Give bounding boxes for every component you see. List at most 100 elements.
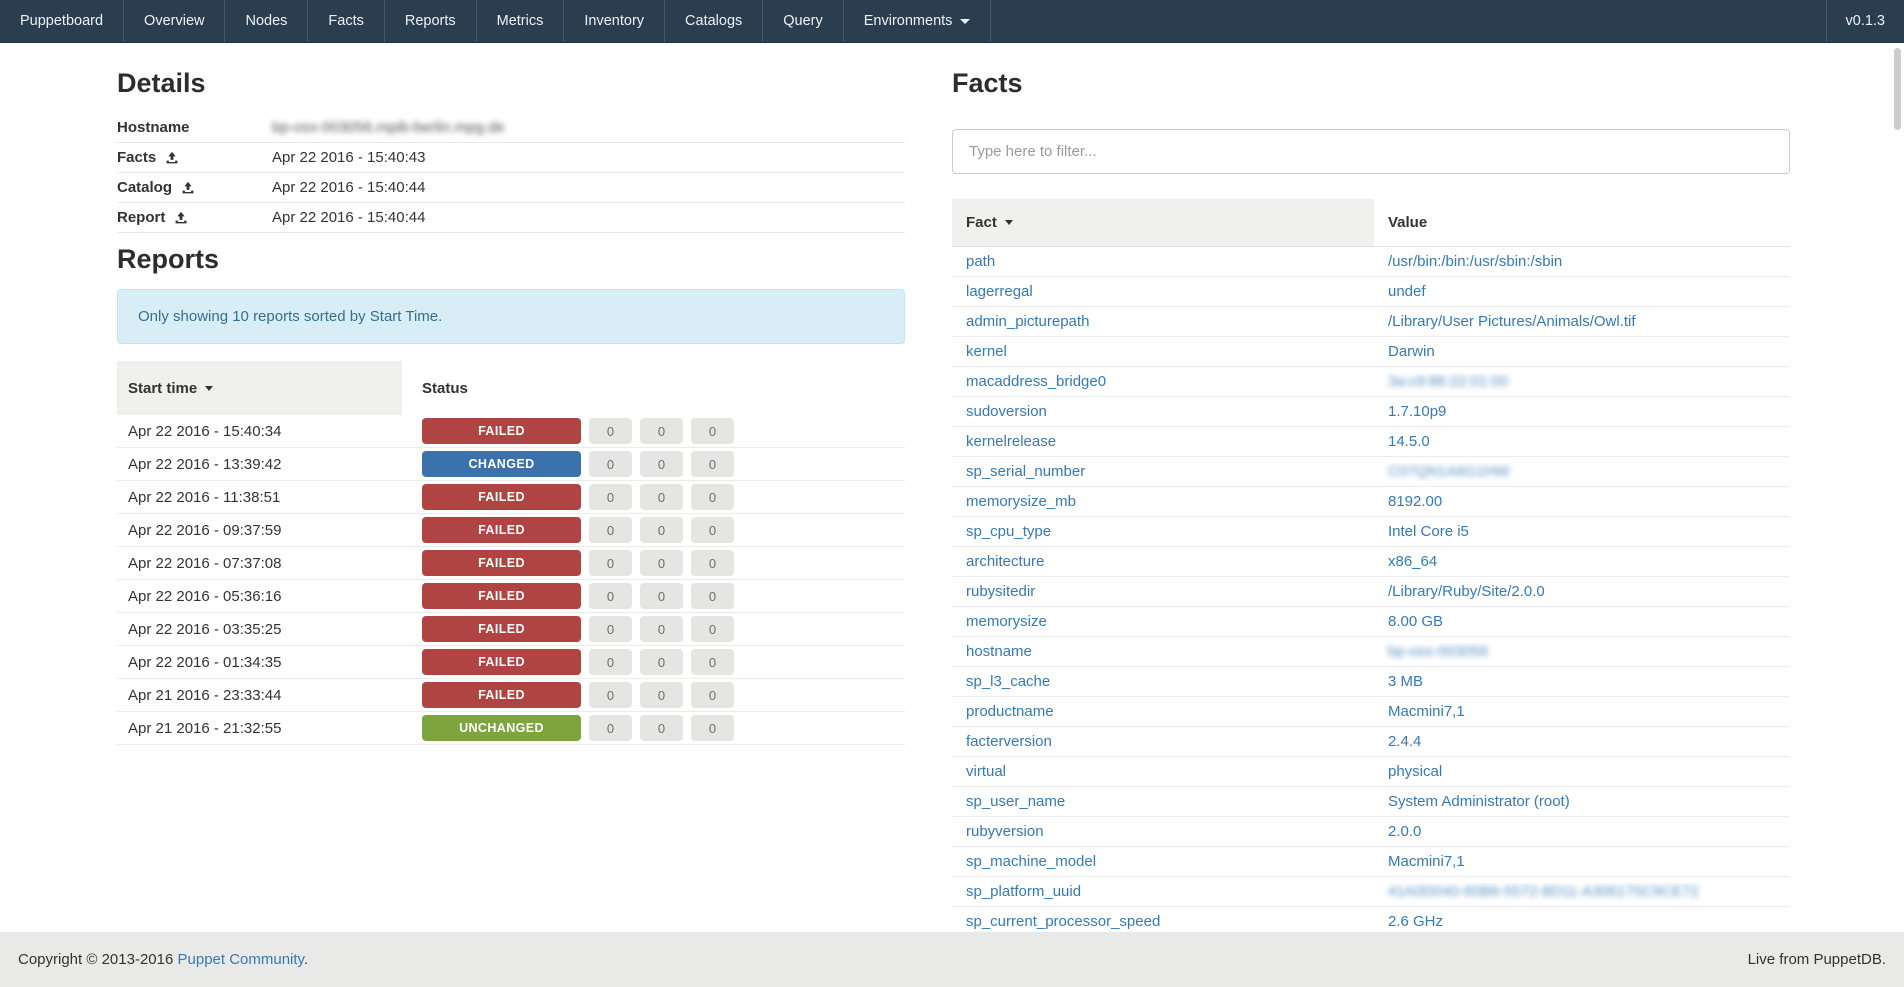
navbar-item-catalogs[interactable]: Catalogs: [665, 0, 763, 42]
fact-name-link[interactable]: sp_cpu_type: [952, 523, 1374, 540]
fact-name-link[interactable]: virtual: [952, 763, 1374, 780]
scrollbar-thumb[interactable]: [1894, 48, 1901, 130]
fact-row: path/usr/bin:/bin:/usr/sbin:/sbin: [952, 247, 1790, 277]
fact-name-link[interactable]: kernelrelease: [952, 433, 1374, 450]
facts-title: Facts: [952, 67, 1790, 99]
report-start-time: Apr 22 2016 - 11:38:51: [117, 489, 402, 506]
puppet-community-link[interactable]: Puppet Community: [178, 951, 304, 968]
details-title: Details: [117, 67, 905, 99]
fact-value-link[interactable]: 2.0.0: [1388, 823, 1421, 840]
report-status-badge[interactable]: UNCHANGED: [422, 715, 581, 741]
fact-name-link[interactable]: admin_picturepath: [952, 313, 1374, 330]
fact-value-link[interactable]: 14.5.0: [1388, 433, 1430, 450]
fact-value-link[interactable]: bp-osx-003056: [1388, 643, 1488, 660]
fact-name-link[interactable]: sudoversion: [952, 403, 1374, 420]
navbar-item-reports[interactable]: Reports: [385, 0, 477, 42]
sort-desc-icon: [205, 386, 213, 391]
fact-value-link[interactable]: System Administrator (root): [1388, 793, 1570, 810]
start-time-column-header[interactable]: Start time: [117, 361, 402, 415]
navbar-item-query[interactable]: Query: [763, 0, 844, 42]
fact-name-link[interactable]: architecture: [952, 553, 1374, 570]
upload-icon[interactable]: [181, 181, 195, 195]
fact-name-link[interactable]: sp_platform_uuid: [952, 883, 1374, 900]
report-status-badge[interactable]: FAILED: [422, 583, 581, 609]
upload-icon[interactable]: [174, 211, 188, 225]
fact-name-link[interactable]: facterversion: [952, 733, 1374, 750]
fact-value-link[interactable]: Macmini7,1: [1388, 853, 1465, 870]
navbar-item-nodes[interactable]: Nodes: [225, 0, 308, 42]
fact-value-link[interactable]: /Library/Ruby/Site/2.0.0: [1388, 583, 1545, 600]
fact-value-link[interactable]: Macmini7,1: [1388, 703, 1465, 720]
navbar-brand[interactable]: Puppetboard: [0, 0, 124, 42]
fact-name-link[interactable]: path: [952, 253, 1374, 270]
fact-name-link[interactable]: kernel: [952, 343, 1374, 360]
report-row: Apr 22 2016 - 03:35:25FAILED000: [117, 613, 905, 646]
report-status-badge[interactable]: FAILED: [422, 517, 581, 543]
fact-value-link[interactable]: physical: [1388, 763, 1442, 780]
report-status-badge[interactable]: FAILED: [422, 682, 581, 708]
fact-name-link[interactable]: memorysize: [952, 613, 1374, 630]
fact-name-link[interactable]: hostname: [952, 643, 1374, 660]
fact-name-link[interactable]: memorysize_mb: [952, 493, 1374, 510]
report-status-badge[interactable]: FAILED: [422, 418, 581, 444]
fact-value-link[interactable]: 2.6 GHz: [1388, 913, 1443, 930]
fact-value-link[interactable]: Darwin: [1388, 343, 1435, 360]
fact-name-link[interactable]: rubysitedir: [952, 583, 1374, 600]
fact-name-link[interactable]: sp_user_name: [952, 793, 1374, 810]
fact-value-cell: 2.6 GHz: [1374, 913, 1790, 931]
fact-row: rubyversion 2.0.0: [952, 817, 1790, 847]
navbar-item-facts[interactable]: Facts: [308, 0, 384, 42]
fact-row: sp_machine_model Macmini7,1: [952, 847, 1790, 877]
fact-name-link[interactable]: sp_machine_model: [952, 853, 1374, 870]
fact-value-link[interactable]: 8.00 GB: [1388, 613, 1443, 630]
navbar-item-environments[interactable]: Environments: [844, 0, 992, 42]
fact-value-link[interactable]: 3 MB: [1388, 673, 1423, 690]
upload-icon[interactable]: [165, 151, 179, 165]
report-count-badge: 0: [640, 715, 683, 741]
report-count-badge: 0: [640, 517, 683, 543]
report-status-badge[interactable]: CHANGED: [422, 451, 581, 477]
status-column-header[interactable]: Status: [402, 380, 468, 397]
value-column-header[interactable]: Value: [1374, 214, 1427, 231]
fact-value-link[interactable]: Intel Core i5: [1388, 523, 1469, 540]
fact-name-link[interactable]: lagerregal: [952, 283, 1374, 300]
report-status-badge[interactable]: FAILED: [422, 484, 581, 510]
fact-name-link[interactable]: rubyversion: [952, 823, 1374, 840]
reports-table-header: Start time Status: [117, 361, 905, 415]
report-status-cell: CHANGED000: [402, 451, 734, 477]
navbar-item-overview[interactable]: Overview: [124, 0, 225, 42]
fact-value-cell: 3a:c9:86:22:01:00: [1374, 373, 1790, 391]
fact-value-link[interactable]: C07QN1A6G1HW: [1388, 463, 1510, 480]
navbar-item-metrics[interactable]: Metrics: [477, 0, 565, 42]
fact-value-link[interactable]: 41A0D040-60B6-5572-8D11-A306175C9CE72: [1388, 883, 1699, 900]
details-value-text: Apr 22 2016 - 15:40:43: [272, 149, 425, 166]
navbar-item-inventory[interactable]: Inventory: [564, 0, 665, 42]
report-count-badge: 0: [640, 616, 683, 642]
fact-value-cell: System Administrator (root): [1374, 793, 1790, 811]
report-count-badge: 0: [691, 583, 734, 609]
navbar-item-label: Environments: [864, 13, 953, 29]
fact-name-link[interactable]: sp_serial_number: [952, 463, 1374, 480]
fact-value-link[interactable]: 1.7.10p9: [1388, 403, 1446, 420]
fact-value-link[interactable]: undef: [1388, 283, 1426, 300]
fact-value-link[interactable]: /usr/bin:/bin:/usr/sbin:/sbin: [1388, 253, 1562, 270]
facts-table-header: Fact Value: [952, 199, 1790, 247]
fact-value-link[interactable]: 3a:c9:86:22:01:00: [1388, 373, 1508, 390]
report-status-badge[interactable]: FAILED: [422, 550, 581, 576]
fact-value-cell: 2.0.0: [1374, 823, 1790, 841]
facts-filter-input[interactable]: [952, 129, 1790, 174]
fact-name-link[interactable]: macaddress_bridge0: [952, 373, 1374, 390]
fact-value-link[interactable]: x86_64: [1388, 553, 1437, 570]
reports-title: Reports: [117, 243, 905, 275]
fact-value-cell: undef: [1374, 283, 1790, 301]
fact-name-link[interactable]: sp_l3_cache: [952, 673, 1374, 690]
report-status-badge[interactable]: FAILED: [422, 649, 581, 675]
report-row: Apr 22 2016 - 05:36:16FAILED000: [117, 580, 905, 613]
fact-column-header[interactable]: Fact: [952, 199, 1374, 246]
fact-value-link[interactable]: 2.4.4: [1388, 733, 1421, 750]
report-status-badge[interactable]: FAILED: [422, 616, 581, 642]
fact-name-link[interactable]: productname: [952, 703, 1374, 720]
fact-value-link[interactable]: /Library/User Pictures/Animals/Owl.tif: [1388, 313, 1636, 330]
fact-name-link[interactable]: sp_current_processor_speed: [952, 913, 1374, 930]
fact-value-link[interactable]: 8192.00: [1388, 493, 1442, 510]
